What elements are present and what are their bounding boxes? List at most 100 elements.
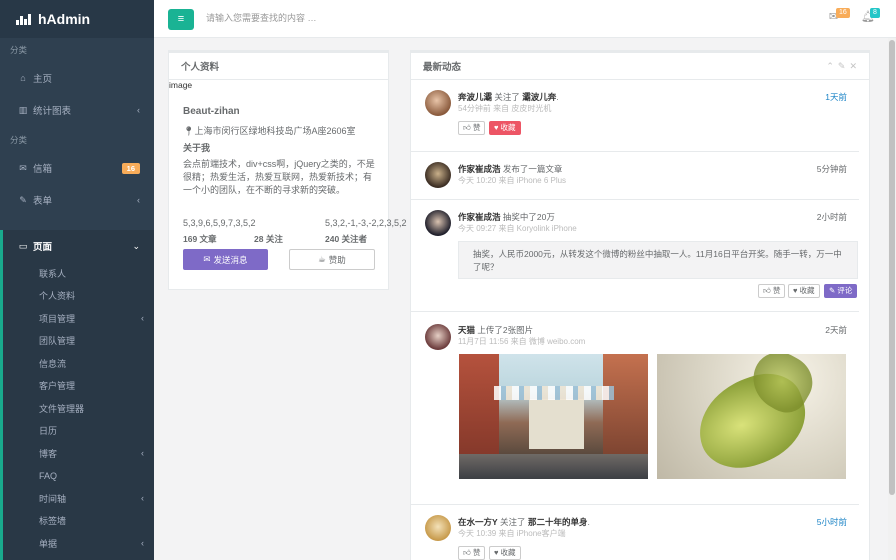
close-icon[interactable]: ✕ (849, 61, 861, 71)
feed-item: 作家崔成浩 发布了一篇文章 今天 10:20 来自 iPhone 6 Plus … (411, 152, 859, 200)
feed-meta: 54分钟前 来自 皮皮时光机 (458, 104, 552, 113)
sidebar-sub-faq[interactable]: FAQ (3, 465, 154, 488)
sponsor-label: 赞助 (328, 254, 346, 265)
sidebar-item-charts[interactable]: ▥ 统计图表 ‹ (0, 94, 154, 126)
sidebar-sub-label: 单据 (39, 538, 58, 549)
envelope-icon: ✉ (19, 163, 27, 173)
menu-toggle-button[interactable]: ≡ (168, 9, 194, 30)
sidebar-sub-feed[interactable]: 信息流 (3, 352, 154, 375)
feed-user[interactable]: 天猫 (458, 325, 475, 335)
sidebar-sub-team[interactable]: 团队管理 (3, 330, 154, 353)
chevron-up-icon[interactable]: ⌃ (826, 61, 838, 71)
feed-target[interactable]: 灞波儿奔 (522, 92, 556, 102)
sidebar-sub-label: 时间轴 (39, 493, 67, 504)
coffee-icon: ☕︎ (318, 254, 326, 264)
profile-panel: 个人资料 image Beaut-zihan 📍︎上海市闵行区绿地科技岛广场A座… (168, 50, 407, 290)
sidebar-sub-label: 客户管理 (39, 381, 76, 392)
favorite-button[interactable]: ♥ 收藏 (489, 546, 521, 560)
sidebar-sub-blog[interactable]: 博客 ‹ (3, 442, 154, 465)
comment-label: 评论 (837, 286, 853, 295)
search-input[interactable]: 请输入您需要查找的内容 … (206, 11, 317, 24)
like-label: 赞 (772, 286, 781, 295)
sidebar-item-label: 页面 (33, 242, 53, 253)
heart-icon: ♥ (793, 286, 798, 295)
chevron-left-icon: ‹ (141, 448, 144, 459)
sidebar-sub-profile[interactable]: 个人资料 (3, 285, 154, 308)
envelope-icon: ✉ (203, 254, 211, 264)
stat-sparkline: 5,3,2,-1,-3,-2,2,3,5,2 (325, 218, 407, 228)
chevron-left-icon: ‹ (141, 493, 144, 504)
bar-chart-icon: ▥ (18, 105, 28, 115)
sidebar-sub-label: 文件管理器 (39, 403, 85, 414)
sidebar-sub-tags[interactable]: 标签墙 (3, 510, 154, 533)
stat-articles: 169 文章 (183, 234, 217, 244)
feed-quote: 抽奖，人民币2000元，从转发这个微博的粉丝中抽取一人。11月16日平台开奖。随… (458, 241, 858, 279)
profile-image-alt: image (169, 80, 193, 90)
feed-user[interactable]: 在水一方Y (458, 517, 498, 527)
like-button[interactable]: 👍︎ 赞 (458, 546, 486, 560)
feed-user[interactable]: 作家崔成浩 (458, 212, 501, 222)
sidebar-item-forms[interactable]: ✎ 表单 ‹ (0, 184, 154, 216)
chevron-left-icon: ‹ (137, 195, 140, 205)
feed-photo-leaf[interactable] (657, 354, 846, 479)
feed-photo-street[interactable] (459, 354, 648, 479)
feed-action: 关注了 (494, 92, 520, 102)
sidebar-sub-label: 项目管理 (39, 313, 76, 324)
like-button[interactable]: 👍︎ 赞 (458, 121, 486, 135)
favorite-label: 收藏 (799, 286, 815, 295)
feed-panel-title: 最新动态 (411, 51, 869, 80)
sidebar-item-home[interactable]: ⌂ 主页 (0, 62, 154, 94)
sidebar-item-mailbox[interactable]: ✉ 信箱 16 (0, 152, 154, 184)
avatar[interactable] (425, 210, 451, 236)
heart-icon: ♥ (494, 548, 499, 557)
like-label: 赞 (472, 123, 481, 132)
area-chart-icon (16, 13, 32, 25)
sidebar-sub-projects[interactable]: 项目管理 ‹ (3, 307, 154, 330)
sidebar-sub-invoice[interactable]: 单据 ‹ (3, 532, 154, 555)
stat-following: 28 关注 (254, 234, 283, 244)
app-logo[interactable]: hAdmin (0, 0, 154, 38)
wrench-icon[interactable]: ✎ (838, 61, 850, 71)
avatar[interactable] (425, 162, 451, 188)
feed-user[interactable]: 作家崔成浩 (458, 164, 501, 174)
panel-tools: ⌃✎✕ (826, 61, 861, 72)
sidebar-sub-calendar[interactable]: 日历 (3, 420, 154, 443)
notification-count-badge: 8 (870, 8, 880, 18)
sidebar-sub-label: 团队管理 (39, 336, 76, 347)
scrollbar-thumb[interactable] (889, 40, 895, 495)
feed-panel: 最新动态 ⌃✎✕ 奔波儿灞 关注了 灞波儿奔. 54分钟前 来自 皮皮时光机 1… (410, 50, 870, 560)
favorite-label: 收藏 (500, 548, 516, 557)
sidebar-sub-contacts[interactable]: 联系人 (3, 262, 154, 285)
favorite-button[interactable]: ♥ 收藏 (788, 284, 820, 298)
profile-address-text: 上海市闵行区绿地科技岛广场A座2606室 (194, 126, 356, 136)
sidebar-item-label: 统计图表 (33, 106, 72, 117)
send-message-button[interactable]: ✉ 发送消息 (183, 249, 268, 270)
feed-item: 天猫 上传了2张图片 11月7日 11:56 来自 微博 weibo.com 2… (411, 312, 859, 505)
feed-item: 奔波儿灞 关注了 灞波儿奔. 54分钟前 来自 皮皮时光机 1天前 👍︎ 赞 ♥… (411, 82, 859, 152)
avatar[interactable] (425, 90, 451, 116)
favorite-button[interactable]: ♥ 收藏 (489, 121, 521, 135)
feed-time: 5分钟前 (816, 164, 847, 174)
profile-address: 📍︎上海市闵行区绿地科技岛广场A座2606室 (183, 124, 355, 137)
feed-action: 抽奖中了20万 (502, 212, 555, 222)
chevron-left-icon: ‹ (141, 313, 144, 324)
profile-about-text: 会点前端技术，div+css啊，jQuery之类的，不是很精；热爱生活，热爱互联… (183, 159, 375, 195)
like-button[interactable]: 👍︎ 赞 (758, 284, 786, 298)
sponsor-button[interactable]: ☕︎ 赞助 (289, 249, 375, 270)
feed-item: 作家崔成浩 抽奖中了20万 今天 09:27 来自 Koryolink iPho… (411, 200, 859, 312)
feed-user[interactable]: 奔波儿灞 (458, 92, 492, 102)
feed-title: 在水一方Y 关注了 那二十年的单身. (458, 517, 590, 527)
sidebar-sub-label: 联系人 (39, 268, 67, 279)
sidebar-item-pages[interactable]: ▭ 页面 ⌄ (3, 230, 154, 262)
feed-time: 5小时前 (816, 517, 847, 527)
heart-icon: ♥ (494, 123, 499, 132)
sidebar-sub-timeline[interactable]: 时间轴 ‹ (3, 487, 154, 510)
mailbox-badge: 16 (121, 162, 140, 174)
sidebar-sub-files[interactable]: 文件管理器 (3, 397, 154, 420)
sidebar-sub-clients[interactable]: 客户管理 (3, 375, 154, 398)
feed-time: 1天前 (825, 92, 847, 102)
avatar[interactable] (425, 324, 451, 350)
avatar[interactable] (425, 515, 451, 541)
feed-target[interactable]: 那二十年的单身 (528, 517, 588, 527)
comment-button[interactable]: ✎ 评论 (824, 284, 858, 298)
